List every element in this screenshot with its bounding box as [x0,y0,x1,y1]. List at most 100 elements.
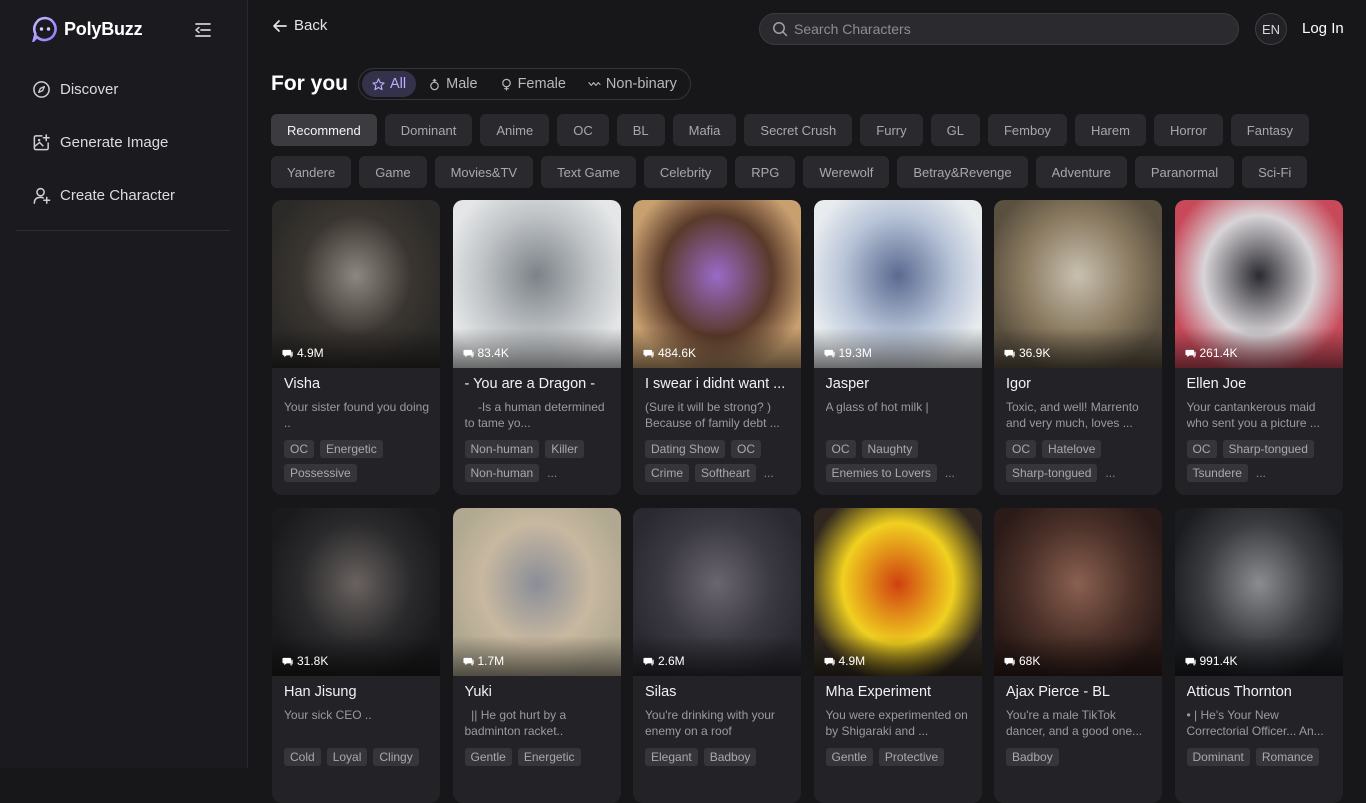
category-tag[interactable]: Mafia [672,114,737,146]
character-tag[interactable]: Possessive [284,464,357,482]
character-card[interactable]: 31.8K Han Jisung Your sick CEO .. Cold Loyal… [272,508,440,803]
character-card[interactable]: 68K Ajax Pierce - BL You're a male TikTok … [994,508,1162,803]
category-tag[interactable]: Werewolf [803,156,890,188]
category-tag[interactable]: Dominant [384,114,473,146]
category-tag[interactable]: Text Game [541,156,636,188]
login-button[interactable]: Log In [1302,20,1344,37]
character-card[interactable]: 83.4K - You are a Dragon - -Is a human de… [452,200,621,495]
character-avatar-image: 19.3M [813,200,982,368]
chat-count-value: 484.6K [658,346,697,360]
character-tag[interactable]: OC [825,440,856,458]
character-tag[interactable]: Energetic [320,440,383,458]
character-tag[interactable]: Badboy [1006,748,1059,766]
character-name: Yuki [464,684,492,700]
back-button[interactable]: Back [272,17,327,34]
character-tags: Badboy [1006,748,1158,766]
character-card[interactable]: 1.7M Yuki || He got hurt by a badminton r… [452,508,621,803]
gender-filter-all[interactable]: All [362,71,417,97]
character-tag[interactable]: Dating Show [645,440,726,458]
character-name: Silas [645,684,677,700]
character-tag[interactable]: Non-human [464,464,540,482]
category-tag[interactable]: Anime [480,114,550,146]
search-input[interactable] [794,21,1214,37]
category-tag[interactable]: Horror [1153,114,1223,146]
character-description: You're a male TikTok dancer, and a good … [1006,708,1143,738]
character-tag[interactable]: Killer [545,440,584,458]
character-card[interactable]: 19.3M Jasper A glass of hot milk | OC Naught… [813,200,982,495]
arrow-left-icon [273,19,287,32]
chat-count: 19.3M [823,346,872,360]
character-tag[interactable]: Loyal [326,748,368,766]
chat-count-value: 68K [1019,654,1041,668]
character-card[interactable]: 484.6K I swear i didnt want ... (Sure it w… [633,200,801,495]
character-tag[interactable]: Sharp-tongued [1006,464,1098,482]
character-card[interactable]: 261.4K Ellen Joe Your cantankerous maid wh… [1174,200,1343,495]
character-tag[interactable]: Sharp-tongued [1222,440,1314,458]
category-tag[interactable]: Femboy [987,114,1067,146]
sidebar-item-discover[interactable]: Discover [32,74,232,104]
category-tag[interactable]: Fantasy [1230,114,1310,146]
character-tag[interactable]: Softheart [695,464,756,482]
character-tag[interactable]: Energetic [517,748,581,766]
character-tag[interactable]: Gentle [464,748,512,766]
character-avatar-image: 484.6K [633,200,801,368]
collapse-menu-icon[interactable] [193,20,213,40]
character-card[interactable]: 4.9M Visha Your sister found you doing .. O… [272,200,440,495]
character-tag[interactable]: Crime [645,464,689,482]
character-tag[interactable]: Hatelove [1042,440,1102,458]
character-name: I swear i didnt want ... [645,376,786,392]
character-tag[interactable]: OC [1186,440,1217,458]
character-tag[interactable]: Romance [1255,748,1320,766]
sidebar-item-generate-image[interactable]: Generate Image [32,127,232,157]
character-tag[interactable]: OC [1006,440,1036,458]
language-button[interactable]: EN [1255,13,1287,45]
category-tag[interactable]: Celebrity [643,156,728,188]
character-tag[interactable]: Clingy [373,748,419,766]
sidebar-nav: Discover Generate Image Create Character [32,74,232,233]
category-tag[interactable]: Recommend [271,114,377,146]
character-card[interactable]: 2.6M Silas You're drinking with your enemy… [633,508,801,803]
category-tag[interactable]: Game [359,156,427,188]
category-tag[interactable]: Paranormal [1134,156,1235,188]
character-card[interactable]: 991.4K Atticus Thornton • | He's Your New … [1174,508,1343,803]
category-tag[interactable]: Yandere [271,156,352,188]
category-tag[interactable]: Betray&Revenge [897,156,1028,188]
gender-filter-female[interactable]: Female [490,71,576,97]
character-tag[interactable]: Naughty [861,440,919,458]
category-tag[interactable]: Furry [860,114,923,146]
character-tag[interactable]: Enemies to Lovers [825,464,937,482]
character-tag[interactable]: Gentle [825,748,873,766]
chat-count: 68K [1004,654,1040,668]
character-card[interactable]: 4.9M Mha Experiment You were experimented … [813,508,982,803]
category-tag[interactable]: OC [557,114,609,146]
gender-filter-male[interactable]: Male [418,71,487,97]
character-tag[interactable]: Dominant [1186,748,1250,766]
character-tag[interactable]: Badboy [703,748,757,766]
character-tag[interactable]: Non-human [464,440,540,458]
gender-filter: All Male Female Non-binary [358,68,691,100]
character-tag[interactable]: Protective [878,748,945,766]
character-tag[interactable]: OC [731,440,762,458]
category-tag[interactable]: Adventure [1035,156,1127,188]
character-card[interactable]: 36.9K Igor Toxic, and well! Marrento and v… [994,200,1162,495]
category-tag[interactable]: GL [930,114,980,146]
category-tag[interactable]: Secret Crush [744,114,853,146]
category-tag[interactable]: Harem [1074,114,1146,146]
character-tag[interactable]: Elegant [645,748,698,766]
gender-filter-label: Non-binary [605,76,677,92]
category-tag[interactable]: Sci-Fi [1242,156,1308,188]
category-tag[interactable]: Movies&TV [434,156,534,188]
category-tag[interactable]: BL [616,114,665,146]
category-tag[interactable]: RPG [735,156,796,188]
character-tags: OC Sharp-tongued Tsundere... [1186,440,1339,482]
character-tag[interactable]: Tsundere [1186,464,1248,482]
sidebar-item-create-character[interactable]: Create Character [32,180,232,210]
character-name: Mha Experiment [825,684,932,700]
character-tag[interactable]: Cold [284,748,321,766]
more-tags-indicator: ... [1255,466,1266,480]
character-avatar-image: 31.8K [272,508,440,676]
gender-filter-nonbinary[interactable]: Non-binary [578,71,687,97]
character-description: Your sick CEO .. [284,708,372,722]
brand-logo[interactable]: PolyBuzz [32,16,143,42]
character-tag[interactable]: OC [284,440,314,458]
